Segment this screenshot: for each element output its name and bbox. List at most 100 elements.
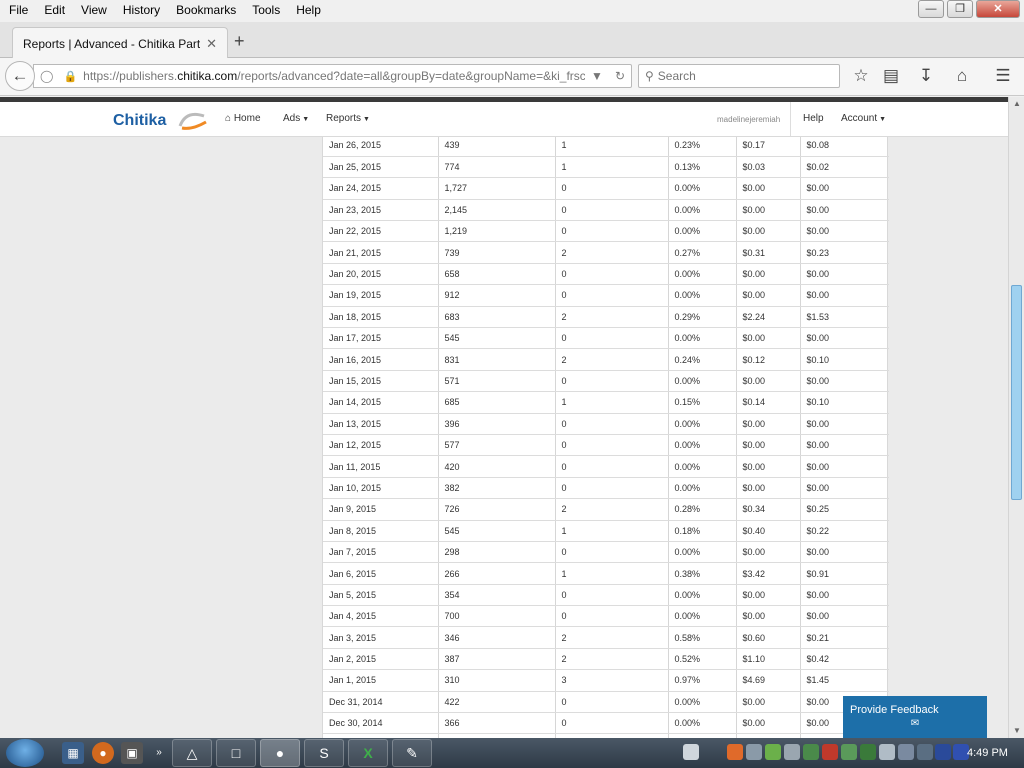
new-tab-button[interactable]: + xyxy=(234,32,245,50)
keyboard-tray-icon[interactable] xyxy=(683,744,699,760)
tray-app-icon[interactable] xyxy=(898,744,914,760)
cell-clicks: 0 xyxy=(555,413,669,435)
nav-account[interactable]: Account ▼ xyxy=(841,113,886,124)
menu-view[interactable]: View xyxy=(72,0,114,22)
download-icon[interactable]: ↧ xyxy=(915,66,937,86)
restore-button[interactable]: ❐ xyxy=(947,0,973,18)
cell-impressions: 2,145 xyxy=(438,199,556,222)
scrollbar-thumb[interactable] xyxy=(1011,285,1022,500)
cell-clicks: 1 xyxy=(555,156,669,179)
menu-help[interactable]: Help xyxy=(287,0,328,22)
lock-icon[interactable]: 🔒 xyxy=(63,70,77,83)
menu-file[interactable]: File xyxy=(0,0,35,22)
cell-clicks: 0 xyxy=(555,712,669,735)
cell-revenue: $0.02 xyxy=(800,156,889,179)
media-quicklaunch-icon[interactable]: ▣ xyxy=(121,742,143,764)
cell-impressions: 571 xyxy=(438,370,556,393)
table-row: Jan 15, 2015 571 0 0.00% $0.00 $0.00 xyxy=(323,370,889,393)
explorer-quicklaunch-icon[interactable]: ▦ xyxy=(62,742,84,764)
cell-revenue: $0.00 xyxy=(800,541,889,564)
cell-ctr: 0.00% xyxy=(668,605,737,628)
firefox-quicklaunch-icon[interactable]: ● xyxy=(92,742,114,764)
tray-app-icon[interactable] xyxy=(841,744,857,760)
cell-ctr: 0.00% xyxy=(668,284,737,307)
tray-app-icon[interactable] xyxy=(803,744,819,760)
back-button[interactable]: ← xyxy=(5,61,35,91)
browser-tab[interactable]: Reports | Advanced - Chitika Partn... ✕ xyxy=(12,27,228,59)
tray-app-icon[interactable] xyxy=(746,744,762,760)
url-bar[interactable]: ◯ 🔒 https://publishers.chitika.com/repor… xyxy=(33,64,632,88)
tab-close-icon[interactable]: ✕ xyxy=(206,36,217,52)
nav-home[interactable]: ⌂ Home xyxy=(225,113,261,124)
cell-ctr: 0.00% xyxy=(668,477,737,500)
menu-history[interactable]: History xyxy=(114,0,167,22)
nav-ads[interactable]: Ads ▼ xyxy=(283,113,309,124)
taskbar-app-paint-icon[interactable]: ✎ xyxy=(392,739,432,767)
cell-cpc: $0.00 xyxy=(736,455,801,478)
header-divider xyxy=(790,102,791,136)
menu-hamburger-icon[interactable]: ☰ xyxy=(992,66,1014,86)
close-window-button[interactable]: ✕ xyxy=(976,0,1020,18)
cell-impressions: 700 xyxy=(438,605,556,628)
tray-app-icon[interactable] xyxy=(727,744,743,760)
tray-shield-icon[interactable] xyxy=(822,744,838,760)
start-button[interactable] xyxy=(6,739,44,767)
cell-impressions: 310 xyxy=(438,669,556,692)
dropdown-arrow-icon[interactable]: ▼ xyxy=(591,69,603,83)
tray-app-icon[interactable] xyxy=(765,744,781,760)
menu-tools[interactable]: Tools xyxy=(243,0,287,22)
nav-reports[interactable]: Reports ▼ xyxy=(326,113,370,124)
taskbar-app-document-icon[interactable]: □ xyxy=(216,739,256,767)
menu-bookmarks[interactable]: Bookmarks xyxy=(167,0,243,22)
logo-swoosh-icon xyxy=(178,112,207,130)
tray-app-icon[interactable] xyxy=(935,744,951,760)
url-text[interactable]: https://publishers.chitika.com/reports/a… xyxy=(83,69,585,83)
cell-date: Jan 5, 2015 xyxy=(323,584,439,607)
menu-edit[interactable]: Edit xyxy=(35,0,72,22)
table-row: Jan 12, 2015 577 0 0.00% $0.00 $0.00 xyxy=(323,434,889,457)
username: madelinejeremiah xyxy=(717,115,781,124)
cell-revenue: $1.45 xyxy=(800,669,889,692)
taskbar-app-firefox-icon[interactable]: ● xyxy=(260,739,300,767)
cell-revenue: $0.00 xyxy=(800,477,889,500)
bookmark-star-icon[interactable]: ☆ xyxy=(850,66,872,86)
taskbar-clock[interactable]: 4:49 PM xyxy=(967,747,1008,759)
cell-revenue: $0.10 xyxy=(800,391,889,414)
more-quicklaunch-icon[interactable]: » xyxy=(148,742,170,764)
reload-icon[interactable]: ↻ xyxy=(615,69,625,83)
taskbar-app-network-icon[interactable]: △ xyxy=(172,739,212,767)
cell-impressions: 774 xyxy=(438,156,556,179)
cell-cpc: $0.14 xyxy=(736,391,801,414)
cell-ctr: 0.00% xyxy=(668,263,737,286)
scroll-down-icon[interactable]: ▼ xyxy=(1009,724,1024,738)
cell-cpc: $0.00 xyxy=(736,177,801,200)
table-row: Jan 6, 2015 266 1 0.38% $3.42 $0.91 xyxy=(323,562,889,585)
taskbar-app-excel-icon[interactable]: X xyxy=(348,739,388,767)
provide-feedback-button[interactable]: Provide Feedback ✉ xyxy=(843,696,987,738)
taskbar-app-skype-icon[interactable]: S xyxy=(304,739,344,767)
home-icon[interactable]: ⌂ xyxy=(951,66,973,86)
cell-cpc: $0.00 xyxy=(736,284,801,307)
table-row: Jan 13, 2015 396 0 0.00% $0.00 $0.00 xyxy=(323,413,889,435)
minimize-button[interactable]: — xyxy=(918,0,944,18)
cell-clicks: 0 xyxy=(555,199,669,222)
table-row: Jan 24, 2015 1,727 0 0.00% $0.00 $0.00 xyxy=(323,177,889,200)
cell-revenue: $0.00 xyxy=(800,370,889,393)
search-input[interactable] xyxy=(657,69,828,83)
cell-cpc: $0.00 xyxy=(736,199,801,222)
table-row: Jan 1, 2015 310 3 0.97% $4.69 $1.45 xyxy=(323,669,889,692)
tray-network-icon[interactable] xyxy=(879,744,895,760)
cell-revenue: $0.08 xyxy=(800,137,889,157)
chitika-logo[interactable]: Chitika xyxy=(113,112,166,130)
scroll-up-icon[interactable]: ▲ xyxy=(1009,97,1024,111)
cell-impressions: 545 xyxy=(438,520,556,542)
caret-down-icon: ▼ xyxy=(363,116,370,123)
shield-icon[interactable]: ◯ xyxy=(40,69,53,83)
vertical-scrollbar[interactable]: ▲ ▼ xyxy=(1008,97,1024,738)
search-bar[interactable]: ⚲ xyxy=(638,64,840,88)
tray-app-icon[interactable] xyxy=(917,744,933,760)
tray-app-icon[interactable] xyxy=(784,744,800,760)
tray-app-icon[interactable] xyxy=(860,744,876,760)
nav-help[interactable]: Help xyxy=(803,113,824,124)
reading-list-icon[interactable]: ▤ xyxy=(880,66,902,86)
